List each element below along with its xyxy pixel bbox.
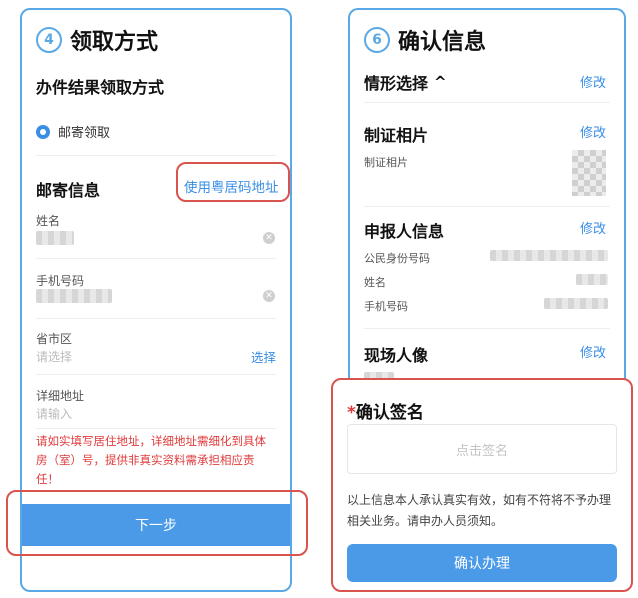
address-label: 详细地址 <box>36 389 85 403</box>
chevron-up-icon: ^ <box>434 73 447 91</box>
photo-section-title: 制证相片 <box>364 126 429 145</box>
applicant-name-blurred <box>576 274 608 285</box>
region-placeholder[interactable]: 请选择 <box>36 348 72 365</box>
divider <box>364 206 610 207</box>
applicant-phone-label: 手机号码 <box>364 300 408 313</box>
divider <box>36 258 276 259</box>
id-number-label: 公民身份号码 <box>364 252 430 265</box>
edit-photo-button[interactable]: 修改 <box>580 122 606 141</box>
edit-scenario-button[interactable]: 修改 <box>580 72 606 91</box>
divider <box>36 428 276 429</box>
applicant-section-title: 申报人信息 <box>364 222 445 241</box>
radio-label: 邮寄领取 <box>58 126 111 141</box>
mail-info-title: 邮寄信息 <box>36 181 101 200</box>
signature-pad[interactable]: 点击签名 <box>347 424 617 474</box>
required-star: * <box>347 403 356 423</box>
divider <box>364 102 610 103</box>
confirm-submit-button[interactable]: 确认办理 <box>347 544 617 582</box>
id-number-blurred <box>490 250 608 261</box>
result-receive-title: 办件结果领取方式 <box>36 78 165 97</box>
divider <box>36 374 276 375</box>
mail-receive-radio[interactable]: 邮寄领取 <box>36 122 110 141</box>
phone-label: 手机号码 <box>36 274 85 288</box>
highlight-use-address <box>176 162 290 202</box>
highlight-next-button <box>6 490 308 556</box>
step-title: 确认信息 <box>398 30 487 55</box>
right-panel-confirm-info: 6 确认信息 情形选择 ^ 修改 制证相片 修改 制证相片 申报人信息 修改 公… <box>348 8 626 380</box>
step-number-badge: 4 <box>36 27 62 53</box>
clear-icon[interactable]: ✕ <box>263 232 275 244</box>
step-header-4: 4 领取方式 <box>36 24 158 56</box>
divider <box>364 328 610 329</box>
confirmation-notice: 以上信息本人承认真实有效，如有不符将不予办理相关业务。请申办人员须知。 <box>347 493 612 528</box>
phone-value-blurred <box>36 289 112 303</box>
signature-card: *确认签名 点击签名 以上信息本人承认真实有效，如有不符将不予办理相关业务。请申… <box>331 378 633 592</box>
step-title: 领取方式 <box>70 30 159 55</box>
name-label: 姓名 <box>36 214 61 228</box>
step-header-6: 6 确认信息 <box>364 24 486 56</box>
signature-title: 确认签名 <box>355 403 424 423</box>
scenario-title: 情形选择 <box>364 74 429 93</box>
region-select-button[interactable]: 选择 <box>251 347 276 366</box>
region-label: 省市区 <box>36 332 73 346</box>
scenario-section[interactable]: 情形选择 ^ <box>364 70 447 94</box>
address-warning: 请如实填写居住地址，详细地址需细化到具体房（室）号，提供非真实资料需承担相应责任… <box>36 434 266 486</box>
divider <box>36 155 276 156</box>
radio-checked-icon <box>36 124 50 139</box>
clear-icon[interactable]: ✕ <box>263 290 275 302</box>
photo-label: 制证相片 <box>364 156 408 169</box>
edit-applicant-button[interactable]: 修改 <box>580 218 606 237</box>
edit-portrait-button[interactable]: 修改 <box>580 342 606 361</box>
applicant-phone-blurred <box>544 298 608 309</box>
address-input[interactable]: 请输入 <box>36 405 72 422</box>
signature-title-row: *确认签名 <box>347 398 424 423</box>
id-photo-blurred <box>572 150 606 196</box>
portrait-section-title: 现场人像 <box>364 346 429 365</box>
name-value-blurred <box>36 231 74 245</box>
step-number-badge: 6 <box>364 27 390 53</box>
signature-placeholder: 点击签名 <box>455 443 508 459</box>
applicant-name-label: 姓名 <box>364 276 386 289</box>
divider <box>36 318 276 319</box>
